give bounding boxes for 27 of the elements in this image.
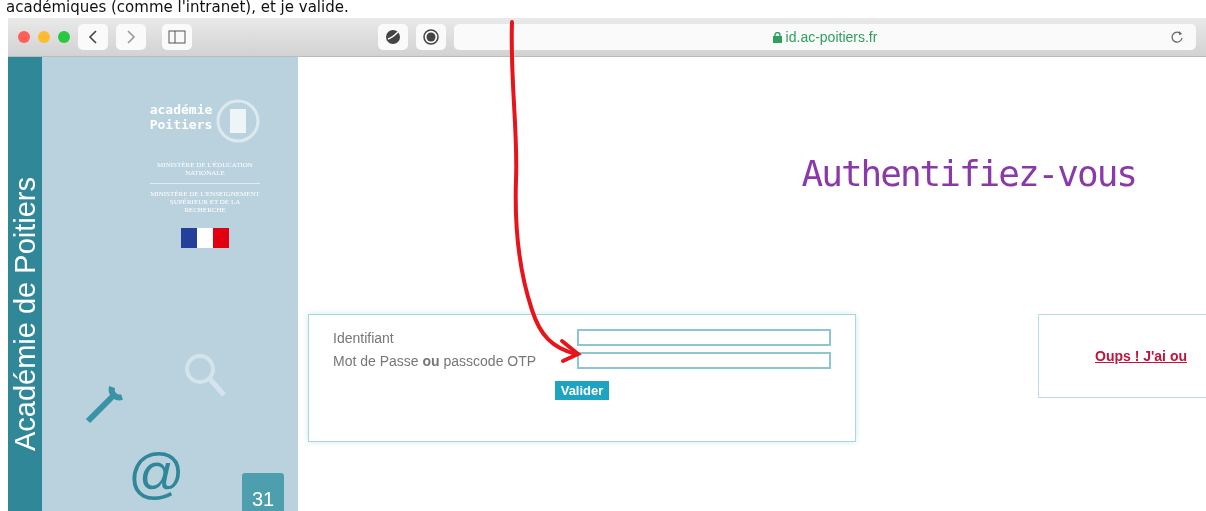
republic-flag-logo [181,228,229,248]
reload-icon[interactable] [1170,30,1184,44]
field-label: Mot de Passe ou passcode OTP [333,352,538,369]
vertical-title: Académie de Poitiers [8,176,42,451]
at-symbol: @ [128,445,185,501]
forward-button[interactable] [116,24,146,50]
logo-text: académie Poitiers [149,102,213,132]
lock-icon [772,31,782,43]
input-field[interactable] [577,329,831,346]
address-bar[interactable]: id.ac-poitiers.fr [454,24,1196,50]
back-button[interactable] [78,24,108,50]
zoom-window-button[interactable] [58,31,70,43]
field-label: Identifiant [333,329,395,346]
input-field[interactable] [577,352,831,369]
extension-button[interactable] [378,24,408,50]
submit-button[interactable]: Valider [554,381,610,400]
sidebar-toggle-button[interactable] [162,24,192,50]
globe-button[interactable] [416,24,446,50]
chevron-left-icon [88,30,98,44]
close-window-button[interactable] [18,31,30,43]
caption-text: académiques (comme l'intranet), et je valide. [5,0,350,18]
page-heading: Authentifiez-vous [801,153,1136,194]
calendar-icon: 31 [242,473,284,511]
minimize-window-button[interactable] [38,31,50,43]
sidebar-icon [168,30,186,44]
chevron-right-icon [126,30,136,44]
forgot-link[interactable]: Oups ! J'ai ou [1095,348,1187,364]
